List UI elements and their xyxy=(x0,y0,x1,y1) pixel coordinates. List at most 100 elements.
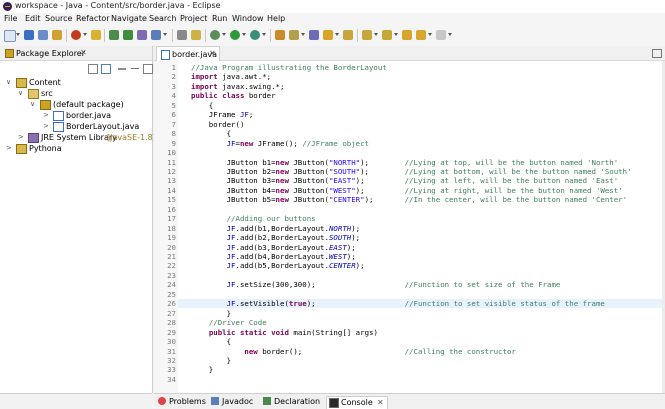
code-line[interactable]: JF.add(b2,BorderLayout.SOUTH); xyxy=(191,233,361,242)
back-dropdown-icon[interactable] xyxy=(428,33,432,36)
menu-search[interactable]: Search xyxy=(149,14,176,23)
open-perspective-icon[interactable] xyxy=(151,30,161,40)
code-line[interactable]: JF=new JFrame(); //JFrame object xyxy=(191,139,369,148)
expand-icon[interactable]: > xyxy=(43,122,49,130)
close-icon[interactable]: ✕ xyxy=(377,398,384,407)
tab-problems[interactable]: Problems xyxy=(158,396,206,408)
expand-icon[interactable]: > xyxy=(18,133,24,141)
expand-icon[interactable]: > xyxy=(43,111,49,119)
package-explorer-tab[interactable]: Package Explorer ✕ xyxy=(0,46,152,61)
skip-breakpoints-icon[interactable] xyxy=(191,30,201,40)
menu-help[interactable]: Help xyxy=(267,14,285,23)
run-icon[interactable] xyxy=(230,30,240,40)
code-line[interactable]: //Driver Code xyxy=(191,318,267,327)
run-dropdown-icon[interactable] xyxy=(242,33,246,36)
minimize-icon[interactable] xyxy=(131,68,139,69)
code-line[interactable]: //Adding our buttons xyxy=(191,214,316,223)
code-line[interactable]: JButton b5=new JButton("CENTER"); //In t… xyxy=(191,195,628,204)
menu-edit[interactable]: Edit xyxy=(25,14,41,23)
code-line[interactable]: JButton b1=new JButton("NORTH"); //Lying… xyxy=(191,158,619,167)
new-class-icon[interactable] xyxy=(123,30,133,40)
next-annotation-icon[interactable] xyxy=(362,30,372,40)
code-line[interactable]: JF.add(b3,BorderLayout.EAST); xyxy=(191,243,356,252)
maximize-icon[interactable] xyxy=(143,64,153,74)
link-with-editor-icon[interactable] xyxy=(101,64,111,74)
save-icon[interactable] xyxy=(24,30,34,40)
source-folder-icon xyxy=(28,89,39,99)
menu-project[interactable]: Project xyxy=(180,14,207,23)
forward-dropdown-icon[interactable] xyxy=(448,33,452,36)
open-resource-icon[interactable] xyxy=(275,30,285,40)
last-edit-icon[interactable] xyxy=(402,30,412,40)
coverage-icon[interactable] xyxy=(250,30,260,40)
menu-source[interactable]: Source xyxy=(45,14,72,23)
code-line[interactable]: JF.add(b1,BorderLayout.NORTH); xyxy=(191,224,361,233)
expand-icon[interactable]: > xyxy=(6,144,12,152)
code-line[interactable]: public static void main(String[] args) xyxy=(191,328,378,337)
forward-icon[interactable] xyxy=(436,30,446,40)
menu-run[interactable]: Run xyxy=(212,14,227,23)
annotation-icon[interactable] xyxy=(323,30,333,40)
new-interface-icon[interactable] xyxy=(137,30,147,40)
expand-icon[interactable]: ∨ xyxy=(30,100,35,108)
menu-file[interactable]: File xyxy=(4,14,17,23)
code-line[interactable]: public class border xyxy=(191,91,276,100)
print-icon[interactable] xyxy=(52,30,62,40)
view-menu-icon[interactable] xyxy=(118,68,126,70)
code-line[interactable]: import javax.swing.*; xyxy=(191,82,284,91)
expand-icon[interactable]: ∨ xyxy=(18,89,23,97)
debug-dropdown-icon[interactable] xyxy=(83,33,87,36)
code-line[interactable]: } xyxy=(191,356,231,365)
menu-window[interactable]: Window xyxy=(232,14,264,23)
perspective-dropdown-icon[interactable] xyxy=(163,33,167,36)
search-dropdown-icon[interactable] xyxy=(301,33,305,36)
code-line[interactable]: } xyxy=(191,365,213,374)
code-line[interactable]: border() xyxy=(191,120,245,129)
code-line[interactable]: new border(); //Calling the constructor xyxy=(191,347,515,356)
open-type-icon[interactable] xyxy=(91,30,101,40)
maximize-icon[interactable] xyxy=(652,49,662,58)
back-icon[interactable] xyxy=(416,30,426,40)
close-icon[interactable]: ✕ xyxy=(80,48,87,57)
debug-icon[interactable] xyxy=(71,30,81,40)
tab-console[interactable]: Console ✕ xyxy=(326,396,388,409)
search-icon[interactable] xyxy=(289,30,299,40)
code-line[interactable]: JF.setSize(300,300); //Function to set s… xyxy=(191,280,561,289)
code-line[interactable]: { xyxy=(191,129,231,138)
external-tools-icon[interactable] xyxy=(210,30,220,40)
tab-declaration[interactable]: Declaration xyxy=(263,396,321,408)
menu-navigate[interactable]: Navigate xyxy=(111,14,147,23)
previous-annotation-icon[interactable] xyxy=(382,30,392,40)
editor-tab-border-java[interactable]: border.java ✕ xyxy=(156,46,220,61)
close-icon[interactable]: ✕ xyxy=(209,49,216,58)
code-line[interactable]: { xyxy=(191,337,231,346)
expand-icon[interactable]: ∨ xyxy=(6,78,11,86)
pin-icon[interactable] xyxy=(343,30,353,40)
code-line[interactable]: JF.add(b5,BorderLayout.CENTER); xyxy=(191,261,365,270)
code-line[interactable]: import java.awt.*; xyxy=(191,72,271,81)
collapse-all-icon[interactable] xyxy=(88,64,98,74)
menu-refactor[interactable]: Refactor xyxy=(76,14,110,23)
save-all-icon[interactable] xyxy=(38,30,48,40)
annotation-dropdown-icon[interactable] xyxy=(335,33,339,36)
new-dropdown-icon[interactable] xyxy=(16,33,20,36)
code-line[interactable]: //Java Program illustrating the BorderLa… xyxy=(191,63,387,72)
code-line[interactable]: } xyxy=(191,309,231,318)
code-line[interactable]: JF.setVisible(true); //Function to set v… xyxy=(178,299,665,309)
external-tools-dropdown-icon[interactable] xyxy=(222,33,226,36)
next-annotation-dropdown-icon[interactable] xyxy=(374,33,378,36)
tab-javadoc[interactable]: Javadoc xyxy=(211,396,258,408)
task-icon[interactable] xyxy=(309,30,319,40)
code-line[interactable]: JButton b2=new JButton("SOUTH"); //Lying… xyxy=(191,167,632,176)
code-area[interactable]: //Java Program illustrating the BorderLa… xyxy=(178,61,665,393)
code-line[interactable]: { xyxy=(191,101,213,110)
code-line[interactable]: JF.add(b4,BorderLayout.WEST); xyxy=(191,252,356,261)
toggle-breakpoint-icon[interactable] xyxy=(177,30,187,40)
code-line[interactable]: JButton b4=new JButton("WEST"); //Lying … xyxy=(191,186,623,195)
code-line[interactable]: JButton b3=new JButton("EAST"); //Lying … xyxy=(191,176,619,185)
new-package-icon[interactable] xyxy=(109,30,119,40)
code-line[interactable]: JFrame JF; xyxy=(191,110,254,119)
coverage-dropdown-icon[interactable] xyxy=(262,33,266,36)
new-icon[interactable] xyxy=(4,30,16,42)
previous-annotation-dropdown-icon[interactable] xyxy=(394,33,398,36)
